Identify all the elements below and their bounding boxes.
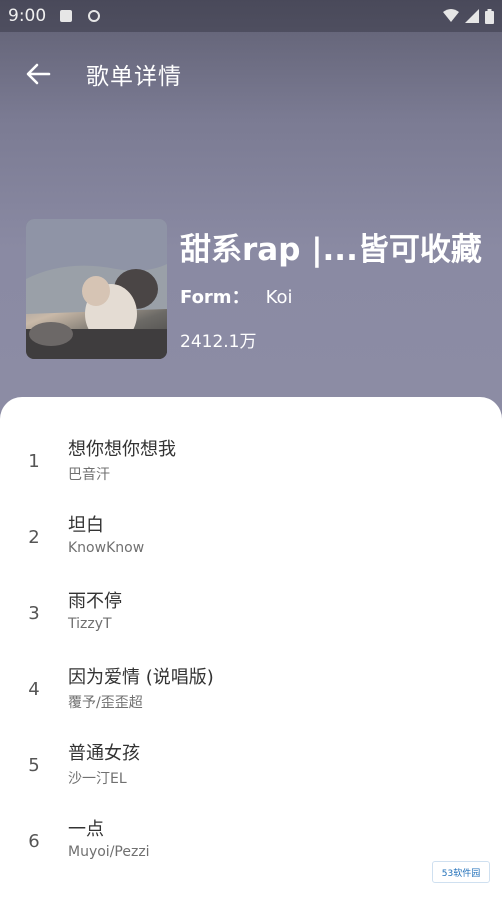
status-bar: 9:00 bbox=[0, 0, 502, 32]
song-index: 3 bbox=[28, 603, 40, 624]
song-artist: 巴音汗 bbox=[68, 467, 110, 483]
song-artist: Muyoi/Pezzi bbox=[68, 844, 150, 860]
playlist-cover-image[interactable] bbox=[26, 219, 167, 359]
song-artist: TizzyT bbox=[68, 616, 112, 632]
song-title: 一点 bbox=[68, 819, 104, 840]
song-item[interactable]: 5 普通女孩 沙一汀EL bbox=[0, 731, 502, 807]
song-title: 因为爱情 (说唱版) bbox=[68, 667, 214, 688]
page-title: 歌单详情 bbox=[86, 64, 182, 90]
song-title: 坦白 bbox=[68, 515, 104, 536]
back-button[interactable] bbox=[12, 48, 64, 100]
status-right-icons bbox=[443, 8, 494, 24]
song-index: 6 bbox=[28, 831, 40, 852]
song-title: 雨不停 bbox=[68, 591, 122, 612]
song-title: 想你想你想我 bbox=[68, 439, 176, 460]
song-item[interactable]: 1 想你想你想我 巴音汗 bbox=[0, 427, 502, 503]
battery-icon bbox=[485, 8, 494, 24]
song-artist: 沙一汀EL bbox=[68, 771, 127, 787]
signal-icon bbox=[465, 9, 479, 23]
wifi-icon bbox=[443, 9, 459, 22]
site-watermark-logo: 53软件园 bbox=[432, 861, 490, 883]
song-item[interactable]: 2 坦白 KnowKnow bbox=[0, 503, 502, 579]
song-artist: KnowKnow bbox=[68, 540, 145, 556]
song-list: 1 想你想你想我 巴音汗 2 坦白 KnowKnow 3 雨不停 TizzyT … bbox=[0, 397, 502, 917]
creator-label: Form： bbox=[180, 287, 250, 308]
song-artist: 覆予/歪歪超 bbox=[68, 695, 143, 711]
creator-name[interactable]: Koi bbox=[266, 287, 293, 308]
play-count: 2412.1万 bbox=[180, 332, 257, 352]
song-title: 普通女孩 bbox=[68, 743, 140, 764]
song-item[interactable]: 4 因为爱情 (说唱版) 覆予/歪歪超 bbox=[0, 655, 502, 731]
arrow-left-icon bbox=[26, 63, 51, 85]
song-index: 4 bbox=[28, 679, 40, 700]
song-item[interactable]: 3 雨不停 TizzyT bbox=[0, 579, 502, 655]
song-item[interactable]: 6 一点 Muyoi/Pezzi bbox=[0, 807, 502, 883]
song-index: 5 bbox=[28, 755, 40, 776]
cover-photo bbox=[26, 219, 167, 359]
playlist-title: 甜系rap |...皆可收藏 bbox=[180, 232, 482, 268]
toolbar: 歌单详情 bbox=[0, 42, 502, 106]
status-time: 9:00 bbox=[8, 6, 47, 26]
notification-icon bbox=[60, 10, 73, 22]
playlist-creator: Form： Koi bbox=[180, 283, 293, 309]
song-index: 1 bbox=[28, 451, 40, 472]
song-index: 2 bbox=[28, 527, 40, 548]
sync-icon bbox=[88, 10, 101, 22]
